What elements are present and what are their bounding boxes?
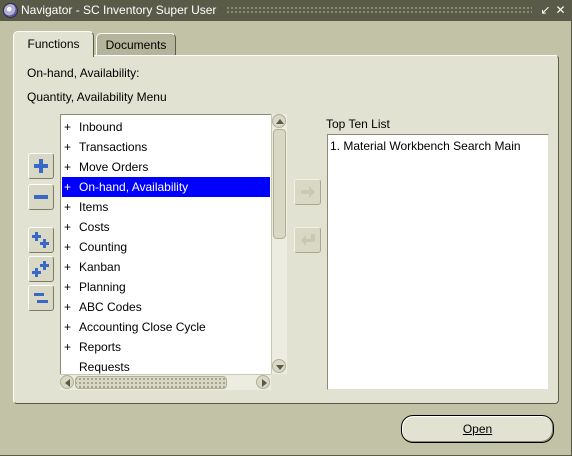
- add-to-top-ten-button[interactable]: [294, 179, 321, 205]
- tree-item-label: Accounting Close Cycle: [79, 320, 206, 334]
- tree-item-reports[interactable]: + Reports: [62, 337, 270, 357]
- expand-marker: +: [64, 220, 72, 234]
- tree-item-label: Transactions: [79, 140, 148, 154]
- function-tree[interactable]: + Inbound + Transactions + Move Orders +…: [60, 114, 287, 390]
- tree-item-label: Inbound: [79, 120, 123, 134]
- top-ten-item[interactable]: 1. Material Workbench Search Main: [330, 137, 521, 155]
- expand-marker: +: [64, 260, 72, 274]
- title-bar[interactable]: Navigator - SC Inventory Super User ↙ ✕: [0, 0, 571, 21]
- tree-item-label: Counting: [79, 240, 128, 254]
- expand-branch-icon: [32, 232, 49, 248]
- tree-item-label: Items: [79, 200, 109, 214]
- oracle-app-icon: [3, 3, 18, 18]
- tab-documents[interactable]: Documents: [96, 33, 176, 56]
- open-button[interactable]: Open: [401, 415, 554, 443]
- remove-from-top-ten-button[interactable]: [294, 227, 321, 253]
- tree-item-label: Move Orders: [79, 160, 149, 174]
- tree-vertical-scrollbar[interactable]: [271, 114, 287, 374]
- selected-function-description: Quantity, Availability Menu: [27, 90, 167, 104]
- window-title: Navigator - SC Inventory Super User: [21, 3, 217, 17]
- expand-marker: +: [64, 200, 72, 214]
- collapse-all-button[interactable]: [28, 285, 54, 311]
- expand-all-button[interactable]: [28, 256, 54, 282]
- expand-marker: +: [64, 320, 72, 334]
- horizontal-scroll-thumb[interactable]: [75, 376, 227, 389]
- tree-item-items[interactable]: + Items: [62, 197, 270, 217]
- tree-item-on-hand-availability[interactable]: + On-hand, Availability: [62, 177, 270, 197]
- tree-item-counting[interactable]: + Counting: [62, 237, 270, 257]
- tree-item-label: On-hand, Availability: [79, 180, 189, 194]
- scroll-corner: [271, 374, 287, 390]
- expand-marker: +: [64, 340, 72, 354]
- return-arrow-icon: [301, 234, 315, 246]
- expand-button[interactable]: [28, 153, 54, 179]
- tree-item-label: Reports: [79, 340, 122, 354]
- tree-item-abc-codes[interactable]: + ABC Codes: [62, 297, 270, 317]
- top-ten-label: Top Ten List: [326, 117, 390, 131]
- expand-all-icon: [32, 261, 49, 277]
- expand-branch-button[interactable]: [28, 227, 54, 253]
- arrow-down-icon: [276, 365, 284, 370]
- tree-item-move-orders[interactable]: + Move Orders: [62, 157, 270, 177]
- top-ten-list[interactable]: 1. Material Workbench Search Main: [327, 134, 549, 390]
- expand-icon: [34, 159, 48, 173]
- collapse-icon: [34, 195, 48, 199]
- selected-function-label: On-hand, Availability:: [27, 66, 140, 80]
- tree-item-kanban[interactable]: + Kanban: [62, 257, 270, 277]
- functions-panel: On-hand, Availability: Quantity, Availab…: [13, 55, 559, 404]
- arrow-up-icon: [276, 119, 284, 124]
- tree-item-transactions[interactable]: + Transactions: [62, 137, 270, 157]
- scroll-up-button[interactable]: [272, 114, 286, 128]
- arrow-left-icon: [65, 379, 70, 387]
- tree-item-label: Planning: [79, 280, 126, 294]
- expand-marker: +: [64, 140, 72, 154]
- vertical-scroll-thumb[interactable]: [273, 129, 286, 239]
- expand-marker: +: [64, 300, 72, 314]
- tree-item-accounting-close-cycle[interactable]: + Accounting Close Cycle: [62, 317, 270, 337]
- close-icon[interactable]: ✕: [554, 3, 567, 17]
- title-bar-texture: [226, 6, 532, 15]
- scroll-right-button[interactable]: [256, 375, 270, 389]
- collapse-all-icon: [34, 293, 48, 303]
- expand-marker: +: [64, 280, 72, 294]
- tree-item-label: ABC Codes: [79, 300, 142, 314]
- scroll-left-button[interactable]: [60, 375, 74, 389]
- scroll-down-button[interactable]: [272, 359, 286, 373]
- tree-item-label: Kanban: [79, 260, 121, 274]
- tree-item-inbound[interactable]: + Inbound: [62, 117, 270, 137]
- open-button-label: Open: [462, 422, 493, 436]
- tree-item-planning[interactable]: + Planning: [62, 277, 270, 297]
- expand-marker: +: [64, 120, 72, 134]
- tab-functions[interactable]: Functions: [13, 31, 94, 57]
- arrow-right-icon: [262, 379, 267, 387]
- navigator-window: Navigator - SC Inventory Super User ↙ ✕ …: [0, 0, 572, 456]
- tree-horizontal-scrollbar[interactable]: [60, 374, 271, 390]
- expand-marker: +: [64, 240, 72, 254]
- arrow-right-icon: [301, 186, 315, 198]
- expand-marker: +: [64, 180, 72, 194]
- minimize-icon[interactable]: ↙: [539, 3, 552, 17]
- expand-marker: +: [64, 160, 72, 174]
- tree-item-label: Costs: [79, 220, 110, 234]
- collapse-button[interactable]: [28, 184, 54, 210]
- tree-item-costs[interactable]: + Costs: [62, 217, 270, 237]
